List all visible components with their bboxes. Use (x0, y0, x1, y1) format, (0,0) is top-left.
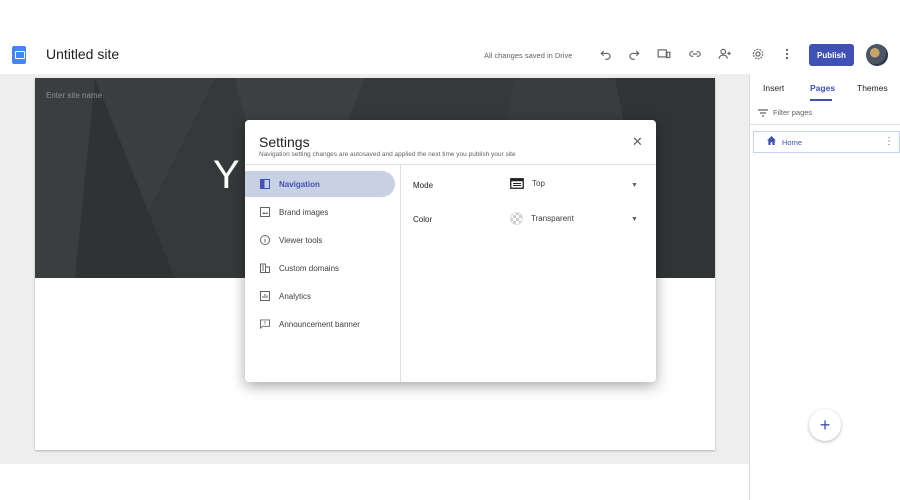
settings-nav-label: Custom domains (279, 263, 340, 273)
redo-icon[interactable] (624, 44, 644, 64)
settings-dialog: Settings Navigation setting changes are … (245, 120, 656, 382)
color-value: Transparent (531, 214, 574, 223)
settings-nav-label: Viewer tools (279, 235, 323, 245)
link-icon[interactable] (685, 44, 705, 64)
undo-icon[interactable] (596, 44, 616, 64)
image-icon (260, 207, 270, 217)
top-nav-icon (510, 178, 524, 189)
settings-icon[interactable] (748, 44, 768, 64)
tab-themes[interactable]: Themes (857, 83, 888, 93)
hero-title-text[interactable]: Y (213, 153, 240, 198)
color-select[interactable]: Transparent (510, 212, 574, 225)
plus-icon: + (819, 414, 831, 435)
publish-button[interactable]: Publish (809, 44, 854, 66)
avatar[interactable] (866, 44, 888, 66)
page-item-label: Home (782, 137, 803, 147)
settings-nav-analytics[interactable]: Analytics (245, 283, 395, 309)
sites-logo-icon[interactable] (12, 46, 26, 64)
mode-label: Mode (413, 181, 434, 190)
announcement-icon (260, 319, 270, 329)
save-status: All changes saved in Drive (484, 51, 573, 60)
add-page-button[interactable]: + (809, 409, 841, 441)
settings-nav-custom-domains[interactable]: Custom domains (245, 255, 395, 281)
dialog-subtitle: Navigation setting changes are autosaved… (259, 151, 516, 158)
divider (400, 164, 401, 382)
close-icon[interactable]: ✕ (632, 134, 643, 150)
filter-pages-label: Filter pages (773, 108, 813, 117)
mode-select[interactable]: Top (510, 178, 545, 189)
analytics-icon (260, 291, 270, 301)
settings-nav-announcement-banner[interactable]: Announcement banner (245, 311, 395, 337)
transparent-swatch-icon (510, 212, 523, 225)
info-icon (260, 235, 270, 245)
color-label: Color (413, 215, 433, 224)
divider (245, 164, 656, 165)
filter-pages[interactable]: Filter pages (758, 108, 812, 117)
home-icon (767, 136, 776, 148)
preview-icon[interactable] (654, 44, 674, 64)
chevron-down-icon[interactable]: ▼ (631, 216, 638, 223)
settings-nav-label: Announcement banner (279, 319, 360, 329)
share-icon[interactable] (715, 44, 735, 64)
domain-icon (260, 263, 270, 273)
settings-nav-label: Brand images (279, 207, 329, 217)
site-name-input[interactable]: Enter site name (46, 91, 102, 100)
top-bar: Untitled site All changes saved in Drive… (0, 34, 900, 74)
sidebar-tabs: Insert Pages Themes (750, 74, 900, 102)
settings-nav-label: Navigation (279, 179, 320, 189)
tab-pages[interactable]: Pages (810, 83, 835, 93)
settings-nav-label: Analytics (279, 291, 312, 301)
page-item-home[interactable]: Home ⋮ (753, 131, 900, 153)
divider (750, 124, 900, 125)
page-more-icon[interactable]: ⋮ (884, 136, 894, 147)
dialog-title: Settings (259, 134, 310, 150)
more-vert-icon[interactable] (777, 44, 797, 64)
navigation-icon (260, 179, 270, 189)
active-tab-indicator (810, 99, 832, 101)
site-title[interactable]: Untitled site (46, 46, 119, 62)
settings-nav-viewer-tools[interactable]: Viewer tools (245, 227, 395, 253)
settings-nav-navigation[interactable]: Navigation (245, 171, 395, 197)
settings-nav-brand-images[interactable]: Brand images (245, 199, 395, 225)
tab-insert[interactable]: Insert (763, 83, 784, 93)
mode-value: Top (532, 179, 545, 188)
filter-icon (758, 108, 768, 117)
chevron-down-icon[interactable]: ▼ (631, 182, 638, 189)
